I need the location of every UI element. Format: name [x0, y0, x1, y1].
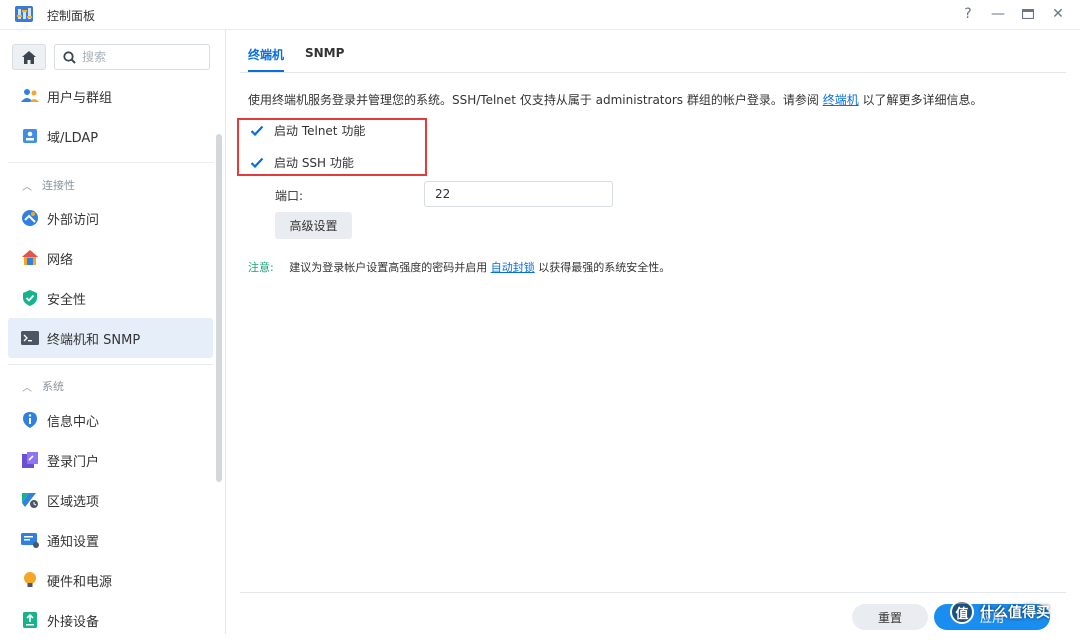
checkmark-icon — [250, 157, 264, 168]
ssh-label: 启动 SSH 功能 — [274, 156, 354, 170]
ssh-option: 启动 SSH 功能 — [250, 154, 354, 171]
sidebar-item-users-groups[interactable]: 用户与群组 — [8, 76, 213, 116]
telnet-option: 启动 Telnet 功能 — [250, 122, 365, 139]
sidebar-item-label: 安全性 — [47, 292, 87, 308]
users-icon — [21, 87, 39, 105]
tab-divider — [240, 72, 1066, 73]
section-label: 连接性 — [42, 179, 75, 192]
chevron-up-icon: ︿ — [22, 181, 32, 193]
sidebar: 用户与群组 域/LDAP ︿ 连接性 外部访问 网络 安全性 终端机和 SNMP… — [0, 30, 226, 634]
sidebar-item-external-devices[interactable]: 外接设备 — [8, 600, 213, 640]
sidebar-item-label: 域/LDAP — [47, 130, 99, 146]
note-text: 建议为登录帐户设置高强度的密码并启用 — [289, 261, 488, 274]
sidebar-item-security[interactable]: 安全性 — [8, 278, 213, 318]
tab-terminal[interactable]: 终端机 — [248, 46, 284, 63]
sidebar-item-label: 信息中心 — [47, 414, 100, 430]
sidebar-item-label: 终端机和 SNMP — [47, 332, 141, 348]
sidebar-item-label: 硬件和电源 — [47, 574, 113, 590]
login-portal-icon — [21, 451, 39, 469]
telnet-checkbox[interactable] — [250, 124, 264, 138]
advanced-settings-button[interactable]: 高级设置 — [275, 212, 352, 239]
external-access-icon — [21, 209, 39, 227]
divider — [8, 364, 213, 365]
description-text: 使用终端机服务登录并管理您的系统。SSH/Telnet 仅支持从属于 admin… — [248, 93, 819, 107]
sidebar-item-terminal-snmp[interactable]: 终端机和 SNMP — [8, 318, 213, 358]
security-note: 注意: 建议为登录帐户设置高强度的密码并启用 自动封锁 以获得最强的系统安全性。 — [248, 259, 670, 275]
help-icon[interactable]: ? — [957, 3, 979, 25]
description-text: 以了解更多详细信息。 — [862, 93, 983, 107]
home-icon — [22, 50, 36, 64]
watermark-logo: 值 — [950, 600, 974, 624]
section-system[interactable]: ︿ 系统 — [22, 378, 64, 394]
search-input[interactable] — [82, 50, 192, 64]
ssh-checkbox[interactable] — [250, 156, 264, 170]
section-connectivity[interactable]: ︿ 连接性 — [22, 177, 75, 193]
section-label: 系统 — [42, 380, 64, 393]
sidebar-item-label: 用户与群组 — [47, 90, 113, 106]
sidebar-item-label: 区域选项 — [47, 494, 100, 510]
home-button[interactable] — [12, 44, 46, 70]
info-icon — [21, 411, 39, 429]
sidebar-item-label: 通知设置 — [47, 534, 100, 550]
external-device-icon — [21, 611, 39, 629]
reset-button[interactable]: 重置 — [852, 604, 928, 630]
sidebar-item-login-portal[interactable]: 登录门户 — [8, 440, 213, 480]
sidebar-item-info-center[interactable]: 信息中心 — [8, 400, 213, 440]
sidebar-item-label: 网络 — [47, 252, 74, 268]
port-input[interactable] — [424, 181, 613, 207]
regional-options-icon — [21, 491, 39, 509]
sidebar-item-network[interactable]: 网络 — [8, 238, 213, 278]
note-label: 注意: — [248, 261, 274, 274]
terminal-icon — [21, 329, 39, 347]
sidebar-item-domain-ldap[interactable]: 域/LDAP — [8, 116, 213, 156]
divider — [8, 162, 213, 163]
terminal-help-link[interactable]: 终端机 — [823, 93, 859, 107]
description: 使用终端机服务登录并管理您的系统。SSH/Telnet 仅支持从属于 admin… — [248, 91, 983, 108]
title-bar: 控制面板 ? — ✕ — [0, 0, 1080, 30]
main-panel: 终端机 SNMP 使用终端机服务登录并管理您的系统。SSH/Telnet 仅支持… — [226, 30, 1080, 634]
chevron-up-icon: ︿ — [22, 382, 32, 394]
sidebar-item-notification[interactable]: 通知设置 — [8, 520, 213, 560]
telnet-label: 启动 Telnet 功能 — [274, 124, 366, 138]
watermark: 值 什么值得买 — [950, 596, 1050, 628]
minimize-icon[interactable]: — — [987, 3, 1009, 25]
maximize-icon[interactable] — [1017, 3, 1039, 25]
window-title: 控制面板 — [47, 9, 96, 23]
network-house-icon — [21, 249, 39, 267]
auto-block-link[interactable]: 自动封锁 — [491, 261, 535, 274]
lightbulb-icon — [21, 571, 39, 589]
search-box[interactable] — [54, 44, 210, 70]
control-panel-icon — [13, 3, 35, 25]
checkmark-icon — [250, 125, 264, 136]
tab-snmp[interactable]: SNMP — [305, 46, 344, 60]
port-label: 端口: — [275, 189, 304, 203]
watermark-text: 什么值得买 — [980, 605, 1050, 621]
sidebar-scrollbar[interactable] — [216, 134, 222, 482]
notification-icon — [21, 531, 39, 549]
sidebar-item-regional-options[interactable]: 区域选项 — [8, 480, 213, 520]
shield-icon — [21, 289, 39, 307]
close-icon[interactable]: ✕ — [1047, 3, 1069, 25]
sidebar-item-external-access[interactable]: 外部访问 — [8, 198, 213, 238]
id-card-icon — [21, 127, 39, 145]
note-text: 以获得最强的系统安全性。 — [538, 261, 671, 274]
sidebar-item-label: 登录门户 — [47, 454, 100, 470]
sidebar-item-hardware-power[interactable]: 硬件和电源 — [8, 560, 213, 600]
footer-divider — [240, 592, 1066, 593]
sidebar-item-label: 外部访问 — [47, 212, 100, 228]
sidebar-item-label: 外接设备 — [47, 614, 100, 630]
search-icon — [63, 50, 76, 64]
